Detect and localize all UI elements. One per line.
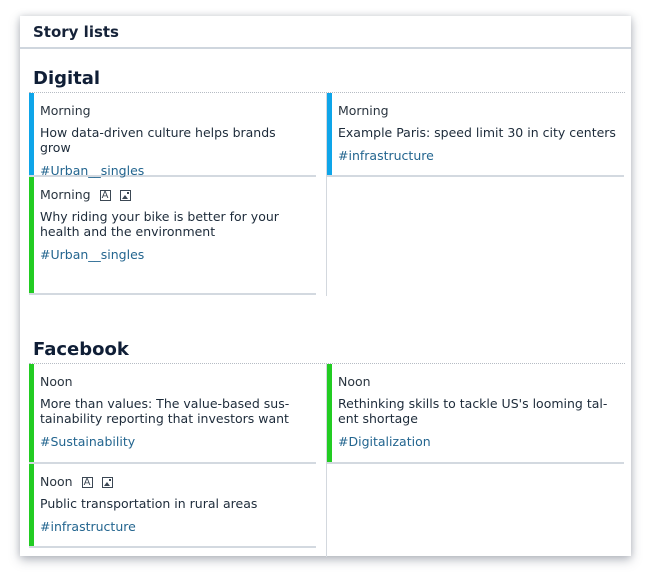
section-facebook: Facebook Noon More than values: The valu… — [29, 337, 625, 557]
slot-label: Morning — [40, 103, 316, 119]
slot-text: Morning — [40, 103, 91, 118]
slot-color-bar — [29, 464, 34, 546]
story-headline[interactable]: Public transportation in rural areas — [40, 496, 316, 511]
column-left: Noon More than values: The value-based s… — [29, 364, 327, 557]
slot-color-bar — [327, 364, 332, 462]
slot-text: Morning — [40, 187, 91, 202]
story-tag[interactable]: #Sustainability — [40, 434, 316, 450]
slot-color-bar — [29, 93, 34, 175]
story-headline[interactable]: Why riding your bike is better for your … — [40, 209, 316, 239]
slot-label: Noon — [40, 374, 316, 390]
text-icon — [99, 188, 111, 204]
story-tag[interactable]: #infrastructure — [40, 519, 316, 535]
section-title: Digital — [29, 66, 625, 93]
slot-color-bar — [29, 177, 34, 293]
story-headline[interactable]: More than values: The value-based sus-ta… — [40, 396, 316, 426]
column-right: Noon Rethinking skills to tackle US's lo… — [327, 364, 624, 557]
column-left: Morning How data-driven culture helps br… — [29, 93, 327, 296]
story-card[interactable]: Morning How data-driven culture helps br… — [29, 93, 316, 178]
story-card[interactable]: Noon Public transportation in rural area… — [29, 464, 316, 548]
text-icon — [81, 475, 93, 491]
column-right: Morning Example Paris: speed limit 30 in… — [327, 93, 624, 296]
story-card[interactable]: Noon Rethinking skills to tackle US's lo… — [327, 364, 624, 464]
image-icon — [119, 189, 131, 201]
story-headline[interactable]: Example Paris: speed limit 30 in city ce… — [338, 125, 624, 140]
slot-color-bar — [29, 364, 34, 462]
slot-text: Morning — [338, 103, 389, 118]
story-tag[interactable]: #Digitalization — [338, 434, 624, 450]
section-digital: Digital Morning How data-driven culture … — [29, 66, 625, 296]
slot-label: Morning — [40, 187, 316, 204]
story-headline[interactable]: Rethinking skills to tackle US's looming… — [338, 396, 624, 426]
story-headline[interactable]: How data-driven culture helps brands gro… — [40, 125, 316, 155]
image-icon — [101, 476, 113, 488]
slot-text: Noon — [40, 374, 73, 389]
slot-color-bar — [327, 93, 332, 175]
slot-label: Noon — [40, 474, 316, 491]
slot-label: Noon — [338, 374, 624, 390]
slot-label: Morning — [338, 103, 624, 119]
story-card[interactable]: Morning Example Paris: speed limit 30 in… — [327, 93, 624, 177]
slot-text: Noon — [338, 374, 371, 389]
slot-text: Noon — [40, 474, 73, 489]
story-card[interactable]: Noon More than values: The value-based s… — [29, 364, 316, 464]
story-card[interactable]: Morning Why riding your bike is better f… — [29, 177, 316, 295]
story-lists-panel: Story lists Digital Morning How data-dri… — [20, 16, 631, 557]
panel-title: Story lists — [33, 22, 119, 41]
panel-header: Story lists — [20, 16, 631, 49]
story-tag[interactable]: #infrastructure — [338, 148, 624, 164]
story-tag[interactable]: #Urban__singles — [40, 247, 316, 263]
section-title: Facebook — [29, 337, 625, 364]
